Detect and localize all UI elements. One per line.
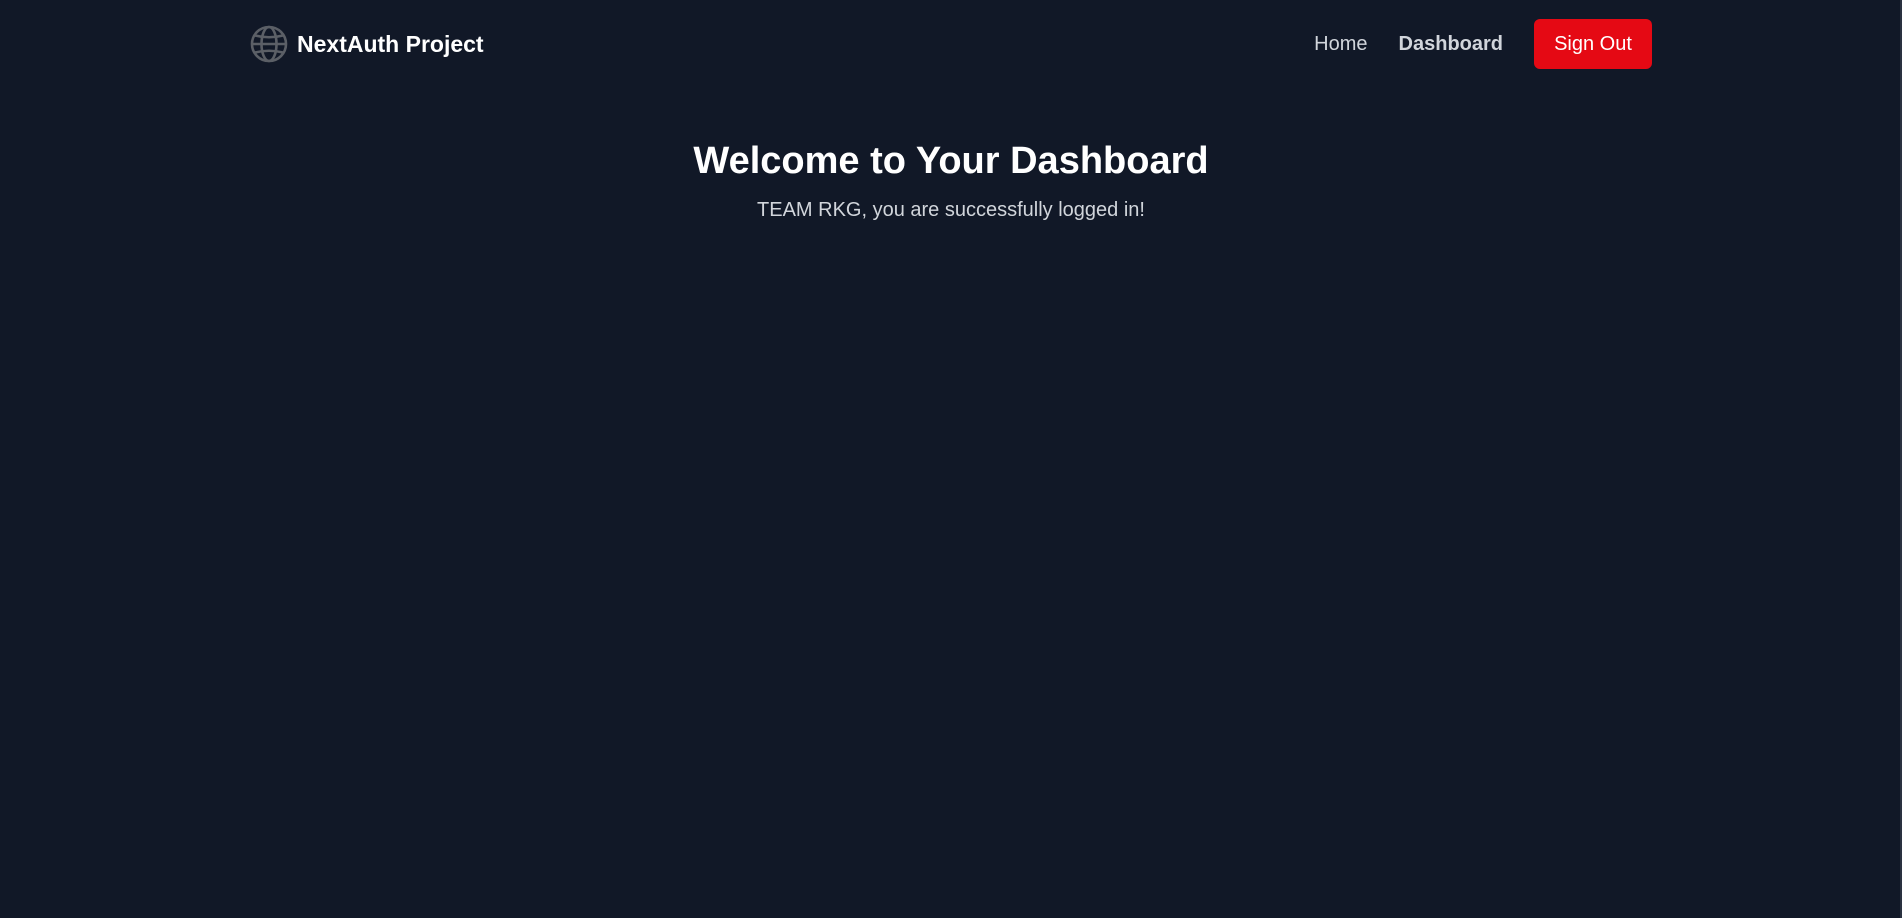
sign-out-button[interactable]: Sign Out [1534,19,1652,69]
welcome-message: TEAM RKG, you are successfully logged in… [757,199,1145,221]
nav-link-dashboard[interactable]: Dashboard [1399,33,1503,56]
main-content: Welcome to Your Dashboard TEAM RKG, you … [0,130,1902,224]
brand-link[interactable]: NextAuth Project [250,25,484,63]
navbar-inner: NextAuth Project Home Dashboard Sign Out [250,19,1652,69]
page-title: Welcome to Your Dashboard [693,140,1209,182]
brand-name: NextAuth Project [297,30,484,57]
nav-links: Home Dashboard Sign Out [1314,19,1652,69]
page: NextAuth Project Home Dashboard Sign Out… [0,0,1902,918]
navbar: NextAuth Project Home Dashboard Sign Out [0,0,1902,88]
globe-icon [250,25,288,63]
nav-link-home[interactable]: Home [1314,33,1367,56]
